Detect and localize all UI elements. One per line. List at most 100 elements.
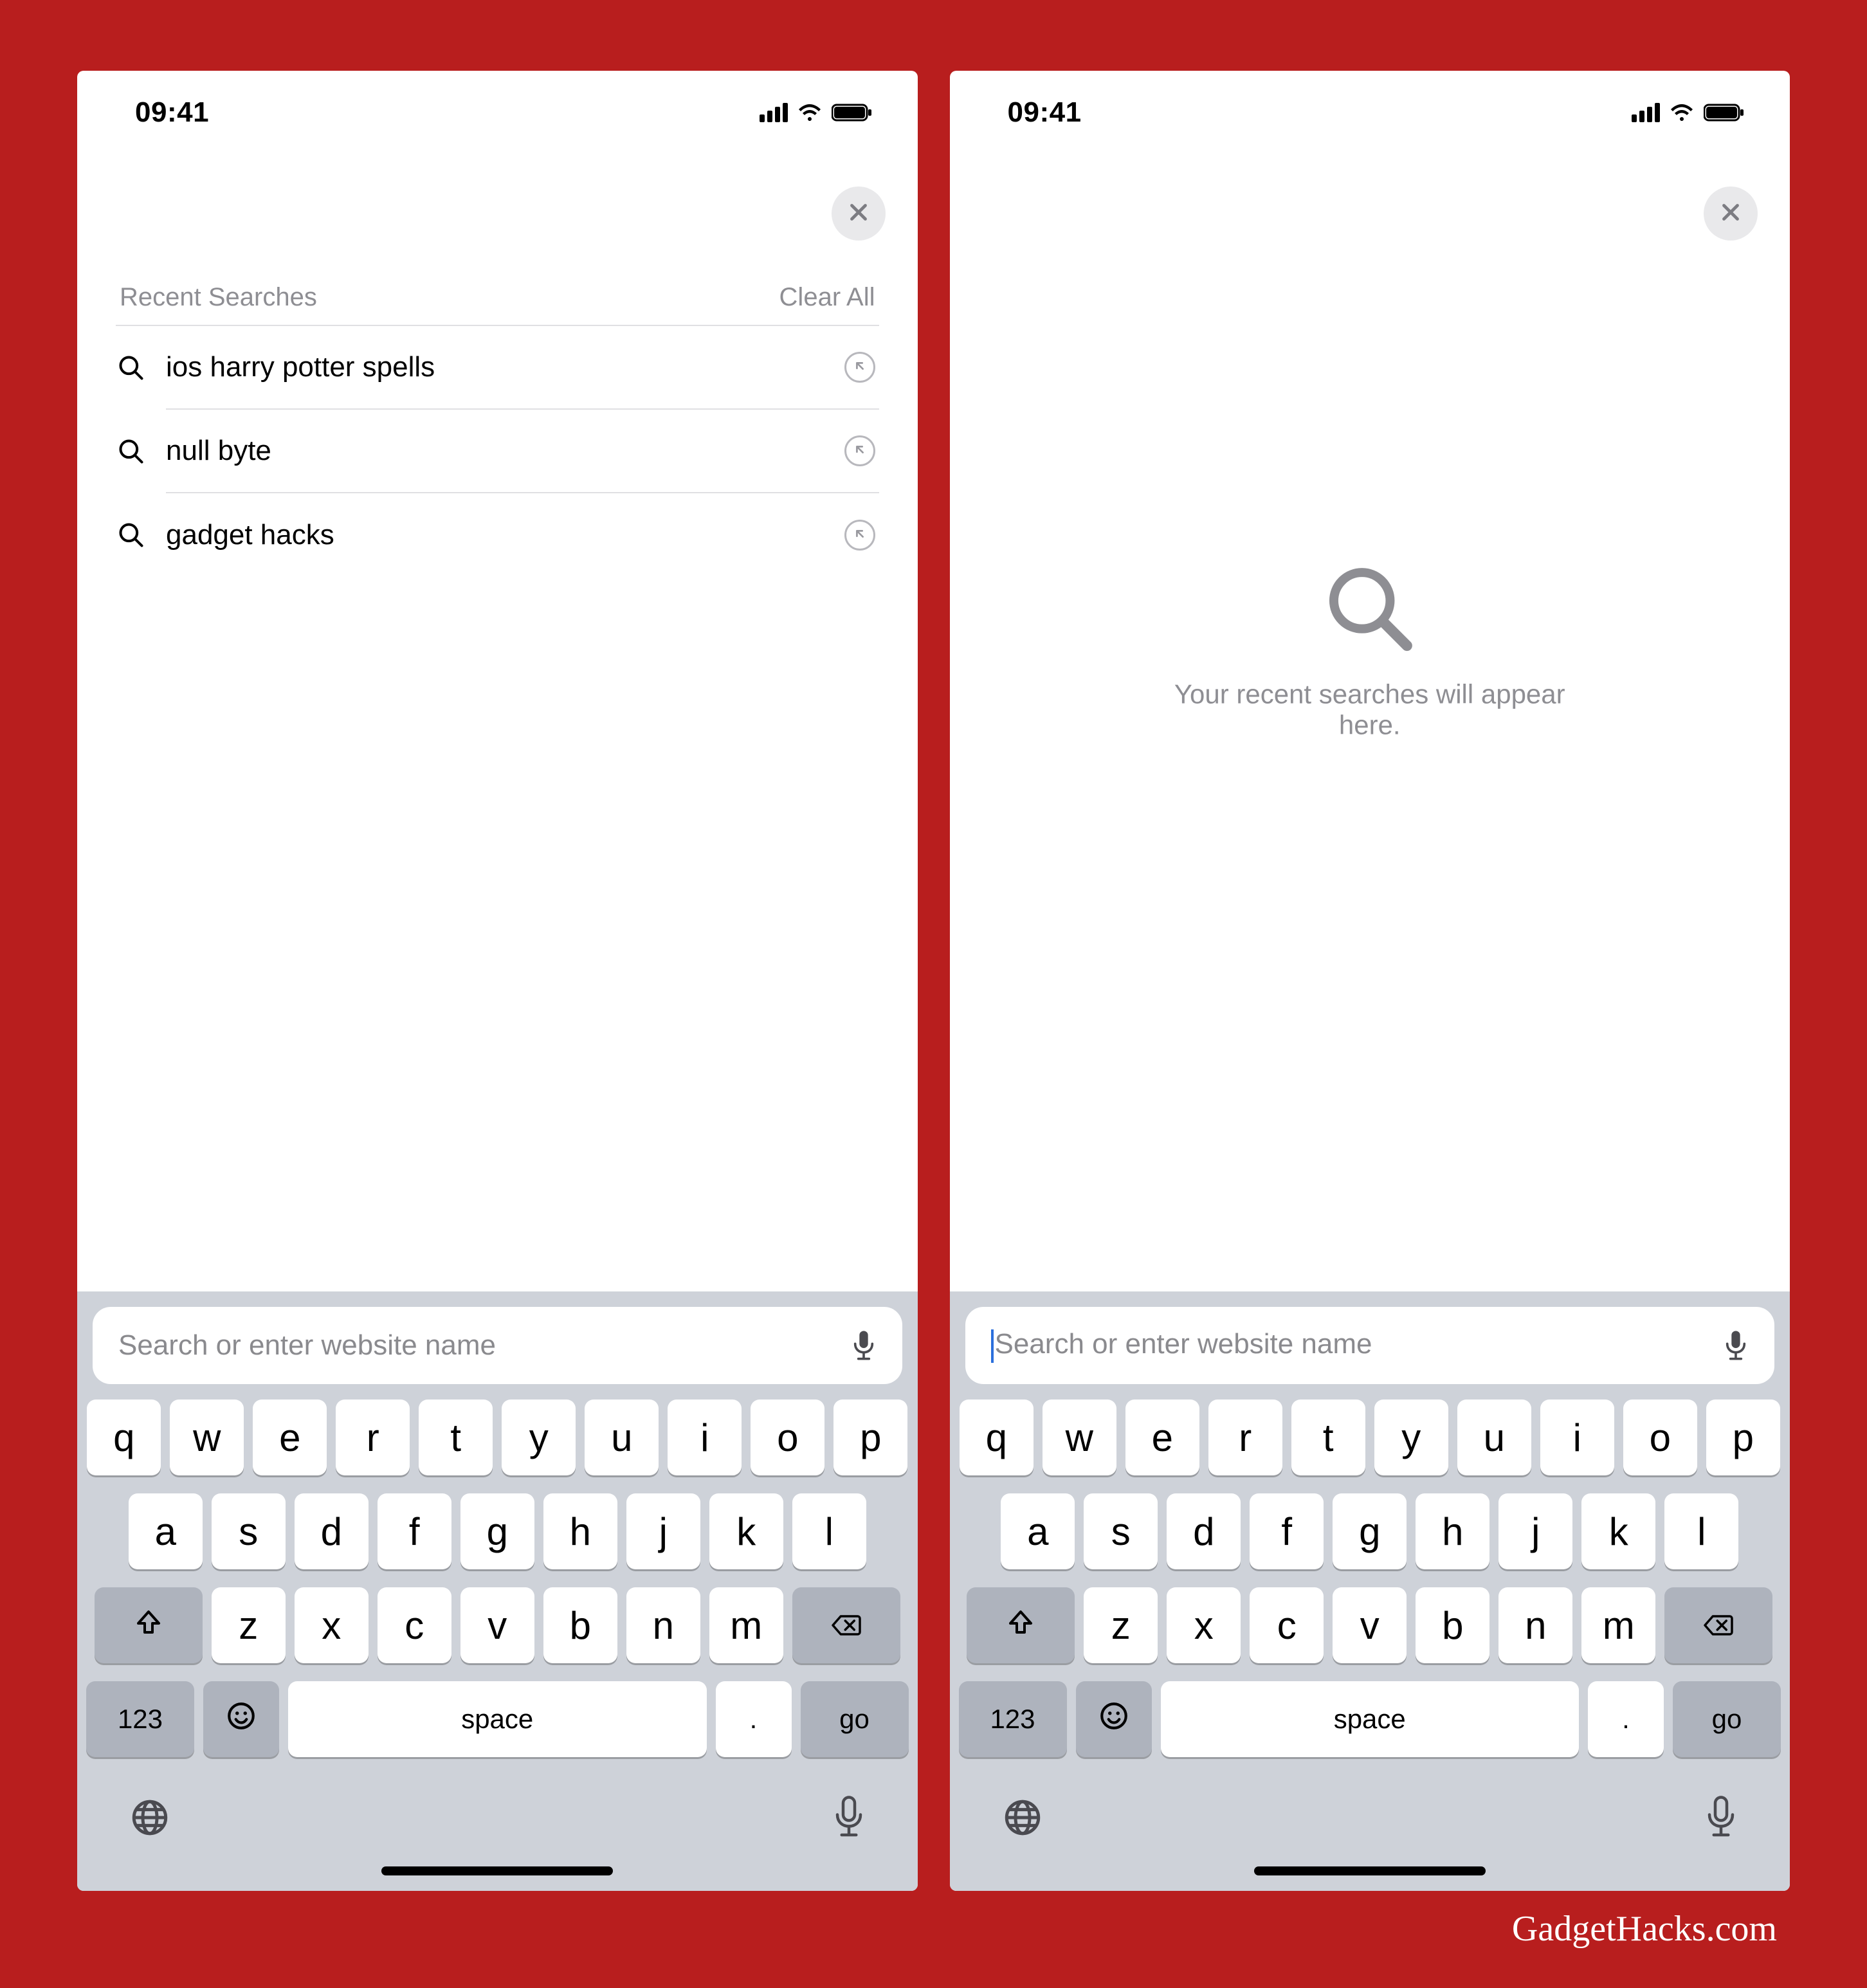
key-d[interactable]: d [295, 1493, 369, 1569]
empty-recent-panel: Your recent searches will appear here. [950, 154, 1790, 1291]
dot-key[interactable]: . [716, 1681, 792, 1757]
fill-search-button[interactable] [844, 435, 875, 466]
key-q[interactable]: q [960, 1400, 1034, 1475]
key-v[interactable]: v [460, 1587, 534, 1663]
keyboard-area: Search or enter website name q w e r t y… [950, 1291, 1790, 1891]
key-j[interactable]: j [626, 1493, 700, 1569]
key-a[interactable]: a [129, 1493, 203, 1569]
key-c[interactable]: c [1250, 1587, 1324, 1663]
arrow-up-left-icon [853, 527, 867, 544]
key-z[interactable]: z [212, 1587, 286, 1663]
key-b[interactable]: b [1416, 1587, 1489, 1663]
shift-icon [1005, 1603, 1036, 1648]
key-n[interactable]: n [1498, 1587, 1572, 1663]
fill-search-button[interactable] [844, 352, 875, 383]
go-key[interactable]: go [1673, 1681, 1781, 1757]
cellular-signal-icon [760, 103, 788, 122]
recent-search-item[interactable]: gadget hacks [116, 493, 879, 577]
key-a[interactable]: a [1001, 1493, 1075, 1569]
key-b[interactable]: b [543, 1587, 617, 1663]
key-n[interactable]: n [626, 1587, 700, 1663]
key-m[interactable]: m [1581, 1587, 1655, 1663]
key-o[interactable]: o [1623, 1400, 1697, 1475]
key-u[interactable]: u [585, 1400, 659, 1475]
key-i[interactable]: i [1540, 1400, 1614, 1475]
home-indicator[interactable] [381, 1866, 613, 1875]
globe-icon[interactable] [129, 1796, 171, 1839]
url-placeholder: Search or enter website name [991, 1328, 1711, 1362]
status-time: 09:41 [135, 96, 209, 129]
key-u[interactable]: u [1457, 1400, 1531, 1475]
key-m[interactable]: m [709, 1587, 783, 1663]
space-key[interactable]: space [1161, 1681, 1580, 1757]
key-v[interactable]: v [1333, 1587, 1407, 1663]
go-key[interactable]: go [801, 1681, 909, 1757]
status-indicators [1632, 103, 1745, 122]
numbers-key[interactable]: 123 [959, 1681, 1067, 1757]
key-z[interactable]: z [1084, 1587, 1158, 1663]
recent-search-item[interactable]: ios harry potter spells [116, 326, 879, 410]
cellular-signal-icon [1632, 103, 1660, 122]
key-g[interactable]: g [1333, 1493, 1407, 1569]
emoji-key[interactable] [1076, 1681, 1152, 1757]
key-t[interactable]: t [1291, 1400, 1365, 1475]
key-e[interactable]: e [253, 1400, 327, 1475]
dictation-icon[interactable] [832, 1794, 866, 1841]
phone-left: 09:41 Recent Searches Clear All [77, 71, 918, 1891]
key-c[interactable]: c [378, 1587, 451, 1663]
key-x[interactable]: x [295, 1587, 369, 1663]
fill-search-button[interactable] [844, 520, 875, 551]
recent-search-item[interactable]: null byte [116, 410, 879, 493]
keyboard-bottom-row [77, 1775, 918, 1854]
key-y[interactable]: y [1374, 1400, 1448, 1475]
key-t[interactable]: t [419, 1400, 493, 1475]
microphone-icon[interactable] [1723, 1329, 1749, 1362]
key-w[interactable]: w [170, 1400, 244, 1475]
key-k[interactable]: k [709, 1493, 783, 1569]
key-h[interactable]: h [1416, 1493, 1489, 1569]
microphone-icon[interactable] [851, 1329, 877, 1362]
key-d[interactable]: d [1167, 1493, 1241, 1569]
shift-key[interactable] [95, 1587, 203, 1663]
url-search-field[interactable]: Search or enter website name [965, 1307, 1775, 1384]
key-x[interactable]: x [1167, 1587, 1241, 1663]
key-i[interactable]: i [668, 1400, 742, 1475]
key-k[interactable]: k [1581, 1493, 1655, 1569]
globe-icon[interactable] [1001, 1796, 1044, 1839]
clear-all-button[interactable]: Clear All [779, 283, 875, 312]
key-l[interactable]: l [792, 1493, 866, 1569]
key-j[interactable]: j [1498, 1493, 1572, 1569]
key-p[interactable]: p [1706, 1400, 1780, 1475]
key-f[interactable]: f [378, 1493, 451, 1569]
shift-key[interactable] [967, 1587, 1075, 1663]
key-f[interactable]: f [1250, 1493, 1324, 1569]
key-p[interactable]: p [833, 1400, 907, 1475]
recent-searches-panel: Recent Searches Clear All ios harry pott… [77, 154, 918, 1291]
key-o[interactable]: o [751, 1400, 824, 1475]
status-time: 09:41 [1008, 96, 1082, 129]
dot-key[interactable]: . [1588, 1681, 1664, 1757]
url-search-field[interactable]: Search or enter website name [93, 1307, 902, 1384]
key-e[interactable]: e [1125, 1400, 1199, 1475]
key-y[interactable]: y [502, 1400, 576, 1475]
numbers-key[interactable]: 123 [86, 1681, 194, 1757]
key-w[interactable]: w [1043, 1400, 1116, 1475]
key-g[interactable]: g [460, 1493, 534, 1569]
status-bar: 09:41 [77, 71, 918, 154]
search-icon [1325, 563, 1415, 653]
backspace-icon [1701, 1603, 1736, 1648]
backspace-key[interactable] [792, 1587, 900, 1663]
key-h[interactable]: h [543, 1493, 617, 1569]
key-l[interactable]: l [1664, 1493, 1738, 1569]
key-r[interactable]: r [1208, 1400, 1282, 1475]
key-r[interactable]: r [336, 1400, 410, 1475]
home-indicator[interactable] [1254, 1866, 1486, 1875]
key-s[interactable]: s [1084, 1493, 1158, 1569]
dictation-icon[interactable] [1704, 1794, 1738, 1841]
key-s[interactable]: s [212, 1493, 286, 1569]
backspace-key[interactable] [1664, 1587, 1772, 1663]
key-q[interactable]: q [87, 1400, 161, 1475]
emoji-key[interactable] [203, 1681, 279, 1757]
space-key[interactable]: space [288, 1681, 707, 1757]
recent-searches-header: Recent Searches Clear All [116, 283, 879, 326]
